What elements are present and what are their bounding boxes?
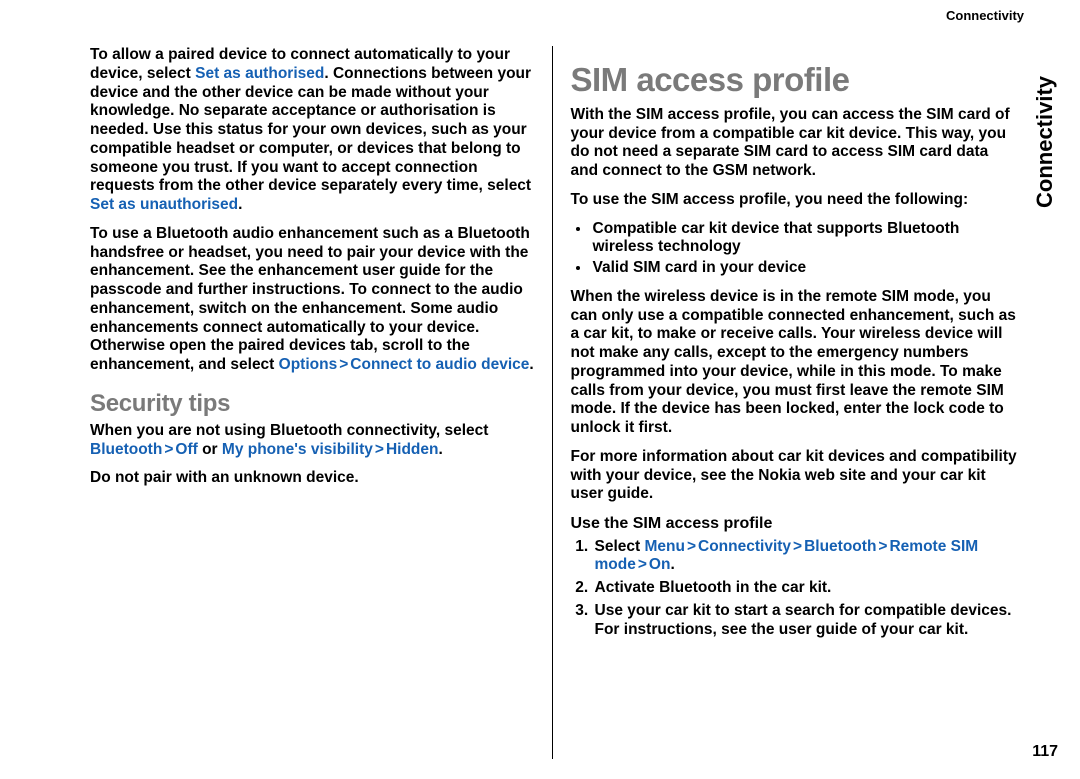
text: When you are not using Bluetooth connect… [90, 422, 488, 439]
heading-security-tips: Security tips [90, 389, 538, 418]
left-para-3: When you are not using Bluetooth connect… [90, 422, 538, 460]
chevron-icon: > [791, 538, 804, 555]
list-item: Valid SIM card in your device [591, 259, 1019, 278]
header-section-label: Connectivity [946, 8, 1024, 23]
text: . [529, 356, 533, 373]
keyword-bluetooth-step: Bluetooth [804, 538, 876, 555]
text: . [238, 196, 242, 213]
keyword-off: Off [175, 441, 197, 458]
right-para-4: For more information about car kit devic… [571, 448, 1019, 504]
page: Connectivity Connectivity 117 To allow a… [0, 0, 1080, 779]
left-column: To allow a paired device to connect auto… [90, 46, 552, 759]
left-para-4: Do not pair with an unknown device. [90, 469, 538, 488]
right-para-3: When the wireless device is in the remot… [571, 288, 1019, 438]
list-item: Activate Bluetooth in the car kit. [593, 579, 1019, 598]
left-para-1: To allow a paired device to connect auto… [90, 46, 538, 215]
heading-sim-access-profile: SIM access profile [571, 60, 1019, 100]
keyword-hidden: Hidden [386, 441, 439, 458]
side-tab-label: Connectivity [1028, 28, 1062, 208]
chevron-icon: > [636, 556, 649, 573]
chevron-icon: > [162, 441, 175, 458]
right-para-1: With the SIM access profile, you can acc… [571, 106, 1019, 181]
steps-list: Select Menu>Connectivity>Bluetooth>Remot… [571, 538, 1019, 640]
text: . [438, 441, 442, 458]
text: . Connections between your device and th… [90, 65, 531, 195]
keyword-options: Options [279, 356, 338, 373]
text: . [670, 556, 674, 573]
chevron-icon: > [876, 538, 889, 555]
requirements-list: Compatible car kit device that supports … [571, 220, 1019, 278]
keyword-on: On [649, 556, 671, 573]
list-item: Use your car kit to start a search for c… [593, 602, 1019, 640]
keyword-connect-audio: Connect to audio device [350, 356, 529, 373]
right-column: SIM access profile With the SIM access p… [552, 46, 1019, 759]
right-para-2: To use the SIM access profile, you need … [571, 191, 1019, 210]
list-item: Compatible car kit device that supports … [591, 220, 1019, 258]
keyword-connectivity: Connectivity [698, 538, 791, 555]
text: or [198, 441, 222, 458]
text: To use a Bluetooth audio enhancement suc… [90, 225, 530, 373]
text: Select [595, 538, 645, 555]
list-item: Select Menu>Connectivity>Bluetooth>Remot… [593, 538, 1019, 576]
keyword-set-as-unauthorised: Set as unauthorised [90, 196, 238, 213]
content-columns: To allow a paired device to connect auto… [90, 46, 1018, 759]
keyword-set-as-authorised: Set as authorised [195, 65, 324, 82]
keyword-menu: Menu [644, 538, 684, 555]
keyword-bluetooth: Bluetooth [90, 441, 162, 458]
page-number: 117 [1032, 743, 1058, 761]
keyword-visibility: My phone's visibility [222, 441, 373, 458]
chevron-icon: > [337, 356, 350, 373]
chevron-icon: > [685, 538, 698, 555]
left-para-2: To use a Bluetooth audio enhancement suc… [90, 225, 538, 375]
chevron-icon: > [373, 441, 386, 458]
heading-use-sim-profile: Use the SIM access profile [571, 514, 1019, 533]
